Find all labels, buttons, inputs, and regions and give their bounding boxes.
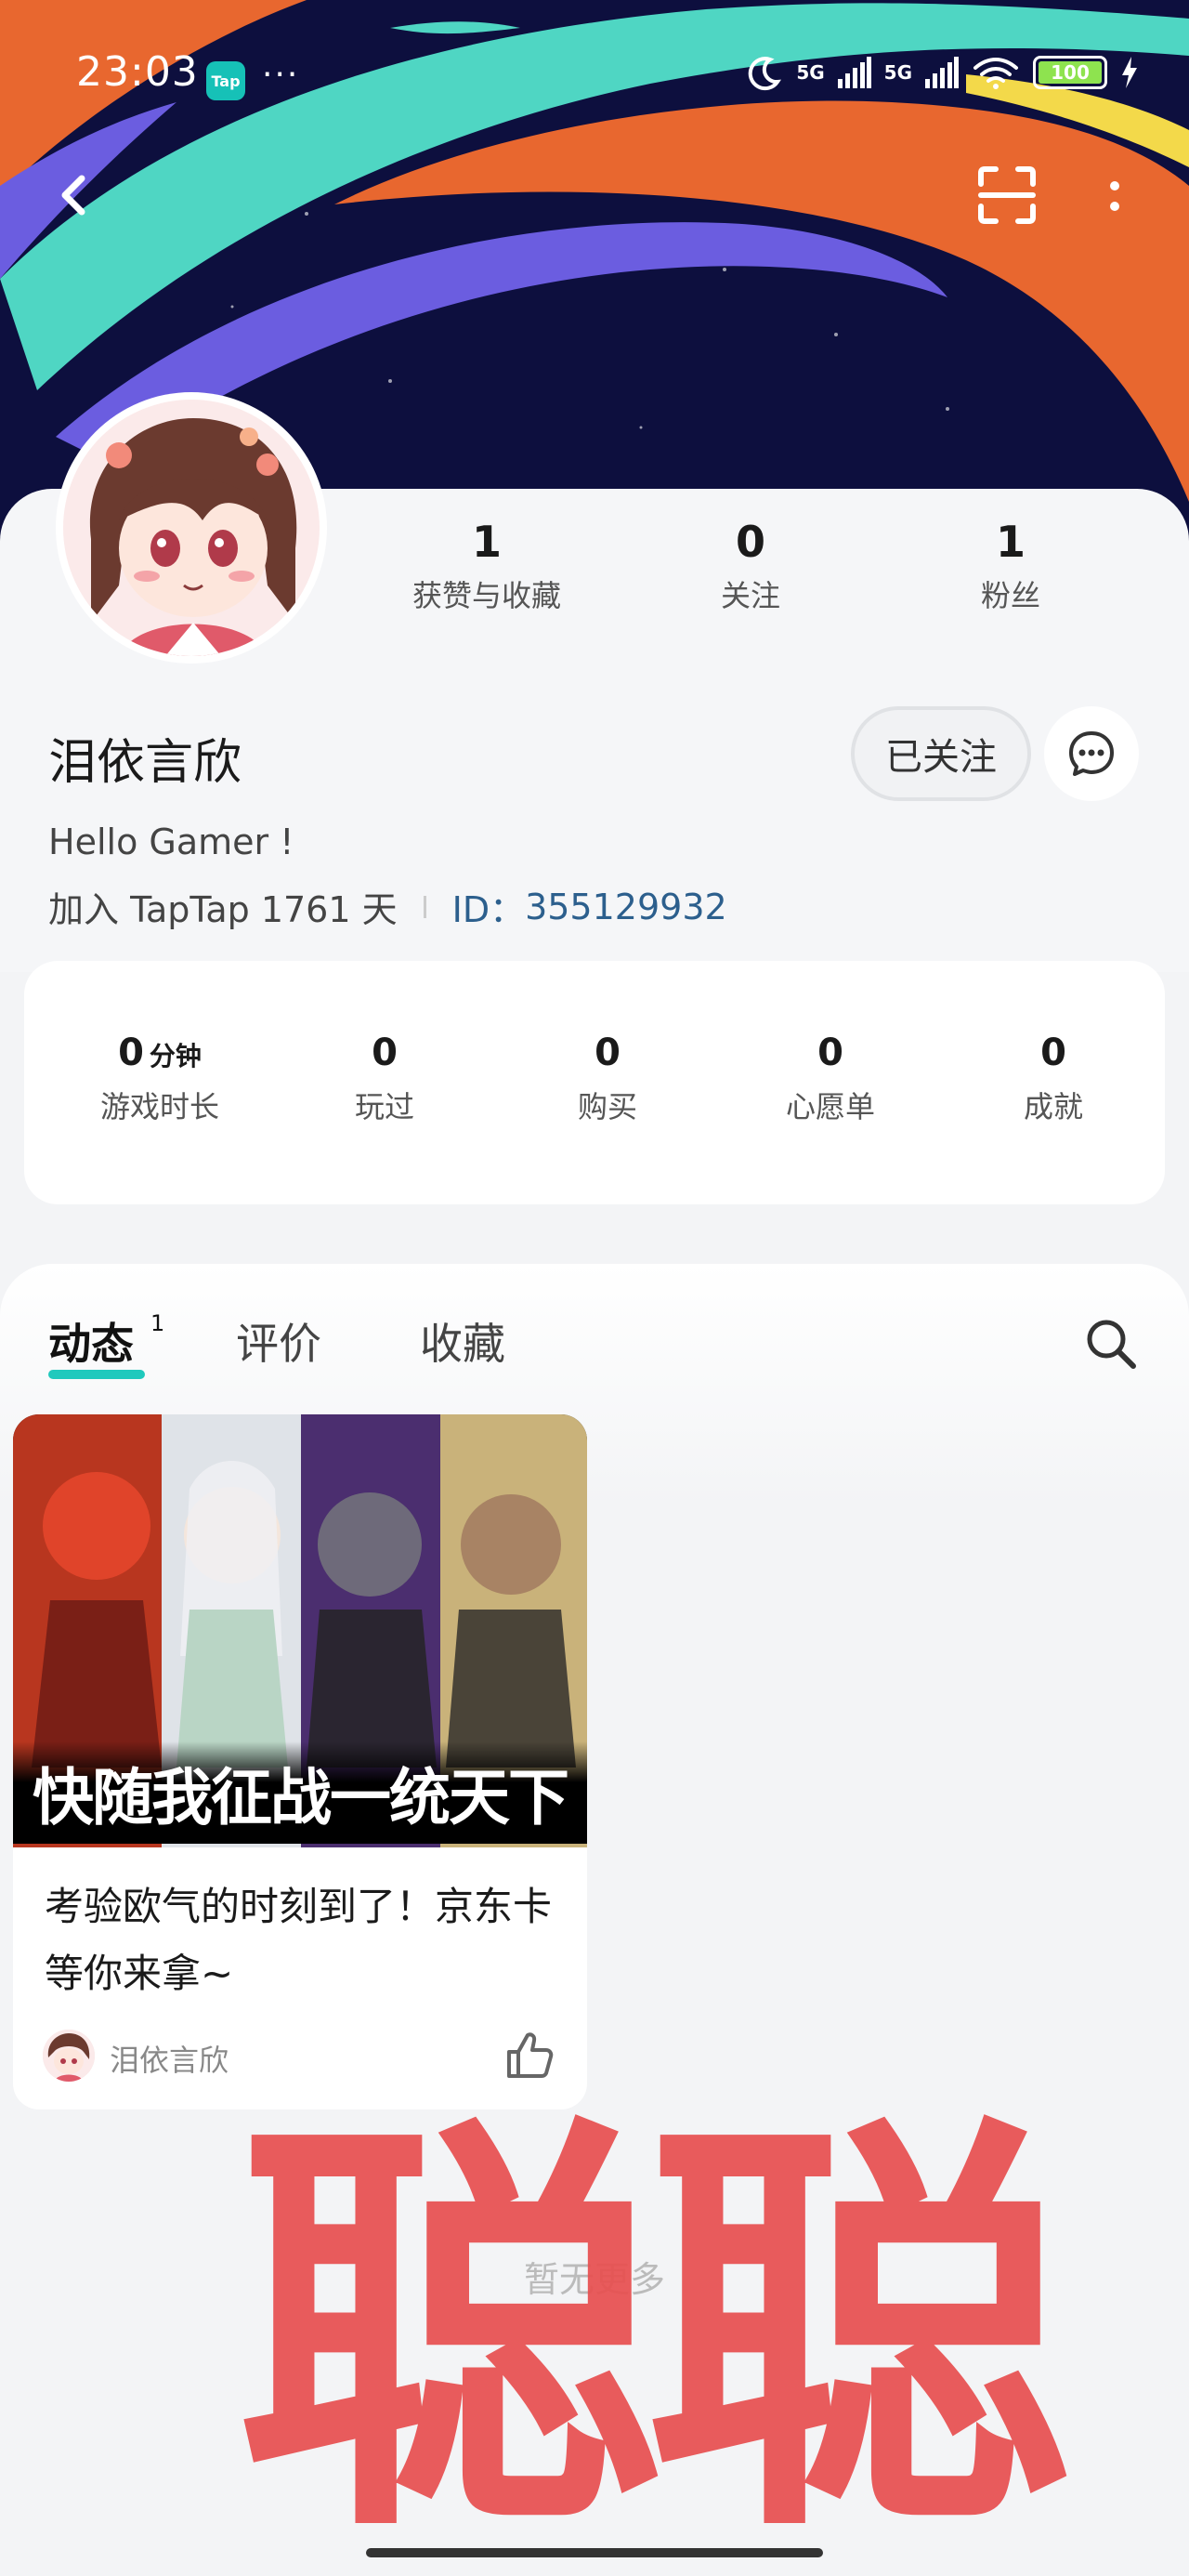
bio: Hello Gamer !	[48, 821, 294, 862]
stat-likes[interactable]: 1 获赞与收藏	[375, 517, 598, 615]
watermark-overlay: 聪聪	[236, 2082, 1072, 2576]
game-stat-label: 游戏时长	[99, 1089, 219, 1124]
stat-followers[interactable]: 1 粉丝	[899, 517, 1122, 615]
username: 泪依言欣	[48, 735, 242, 791]
stat-label: 获赞与收藏	[412, 578, 561, 613]
network-1-label: 5G	[796, 61, 825, 84]
back-button[interactable]	[48, 165, 100, 225]
chat-bubble-icon	[1069, 731, 1114, 776]
joined-info: 加入 TapTap 1761 天 ID： 355129932	[48, 881, 727, 932]
charging-icon	[1122, 57, 1137, 88]
user-id-value[interactable]: 355129932	[525, 887, 727, 927]
status-icons: 5G 5G 100	[746, 54, 1139, 91]
notification-more-icon: ···	[262, 56, 300, 94]
tab-indicator	[48, 1370, 145, 1379]
game-stat-wishlist[interactable]: 0 心愿单	[719, 1032, 942, 1126]
game-stat-played[interactable]: 0 玩过	[273, 1032, 496, 1126]
game-stat-purchased[interactable]: 0 购买	[496, 1032, 719, 1126]
battery-icon: 100	[1033, 56, 1107, 89]
status-bar: 23:03 Tap ··· 5G 5G 100	[0, 0, 1189, 158]
scan-button[interactable]	[977, 165, 1037, 225]
stat-value: 1	[995, 517, 1026, 567]
game-stat-label: 心愿单	[785, 1089, 875, 1124]
thumbs-up-icon	[507, 2032, 554, 2078]
search-icon	[1087, 1320, 1136, 1369]
post-title: 考验欧气的时刻到了！京东卡等你来拿~	[45, 1884, 553, 1996]
game-stat-value: 0	[372, 1032, 398, 1074]
game-stat-playtime[interactable]: 0 分钟 游戏时长	[48, 1032, 271, 1126]
more-button[interactable]	[1096, 167, 1133, 227]
stat-following[interactable]: 0 关注	[639, 517, 862, 615]
avatar[interactable]	[56, 392, 327, 664]
scan-icon	[978, 166, 1036, 224]
game-stat-value: 0	[817, 1032, 843, 1074]
taptap-app-icon: Tap	[206, 61, 245, 100]
post-author-avatar[interactable]	[43, 2030, 95, 2082]
status-time: 23:03	[76, 48, 199, 96]
network-2-label: 5G	[883, 61, 912, 84]
chevron-left-icon	[61, 175, 85, 216]
moon-icon	[749, 57, 782, 91]
stat-label: 粉丝	[980, 578, 1040, 613]
more-vertical-icon	[1110, 181, 1119, 211]
post-cover-caption: 快随我征战一统天下	[13, 1741, 587, 1844]
game-stat-value: 0	[118, 1032, 144, 1074]
signal-1-icon	[837, 57, 871, 88]
tab-reviews[interactable]: 评价	[236, 1310, 321, 1372]
wifi-icon	[973, 58, 1018, 89]
avatar-image	[63, 400, 320, 656]
battery-level: 100	[1039, 61, 1102, 84]
post-cover-image: 快随我征战一统天下	[13, 1414, 587, 1847]
game-stat-value: 0	[1040, 1032, 1066, 1074]
stat-value: 0	[735, 517, 765, 567]
stat-label: 关注	[720, 578, 780, 613]
stat-value: 1	[471, 517, 502, 567]
signal-2-icon	[925, 57, 959, 88]
game-stat-label: 成就	[1023, 1089, 1083, 1124]
game-stat-value: 0	[594, 1032, 621, 1074]
home-indicator[interactable]	[366, 2548, 823, 2557]
tab-favorites[interactable]: 收藏	[420, 1310, 505, 1372]
tab-moments[interactable]: 动态	[48, 1310, 134, 1372]
message-button[interactable]	[1044, 706, 1139, 801]
game-stat-unit: 分钟	[149, 1041, 202, 1071]
like-button[interactable]	[502, 2028, 557, 2083]
divider	[423, 895, 426, 918]
user-id-label: ID：	[451, 889, 526, 930]
tab-moments-badge: 1	[150, 1310, 165, 1336]
post-author-name[interactable]: 泪依言欣	[110, 2037, 229, 2080]
follow-button[interactable]: 已关注	[851, 706, 1031, 801]
game-stat-label: 玩过	[354, 1089, 414, 1124]
game-stat-achievements[interactable]: 0 成就	[942, 1032, 1165, 1126]
joined-days: 加入 TapTap 1761 天	[48, 889, 398, 930]
search-button[interactable]	[1081, 1314, 1141, 1373]
game-stat-label: 购买	[577, 1089, 637, 1124]
post-card[interactable]: 快随我征战一统天下 考验欧气的时刻到了！京东卡等你来拿~ 泪依言欣	[13, 1414, 587, 2109]
